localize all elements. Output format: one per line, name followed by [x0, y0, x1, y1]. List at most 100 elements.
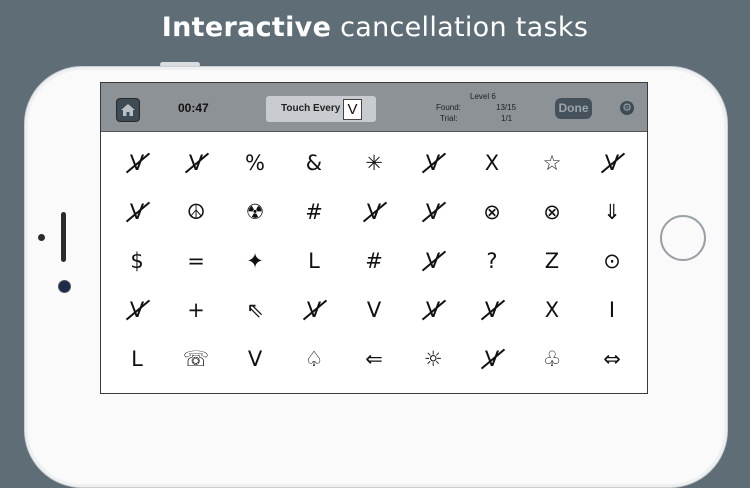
grid-cell[interactable]: L: [284, 241, 344, 281]
top-bar: 00:47 Touch Every V Level 6 Found: 13/15…: [101, 83, 647, 132]
cell-symbol: ♧: [542, 347, 562, 371]
cell-symbol: L: [131, 347, 143, 371]
trial-label: Trial:: [440, 114, 458, 123]
grid-cell[interactable]: V: [166, 143, 226, 183]
grid-cell[interactable]: ⇖: [225, 290, 285, 330]
cell-symbol: ☼: [423, 347, 443, 371]
done-button[interactable]: Done: [555, 98, 592, 119]
front-camera: [58, 280, 71, 293]
cell-symbol: X: [544, 298, 560, 322]
earpiece-speaker: [61, 212, 66, 262]
cell-symbol: ⊗: [483, 200, 501, 224]
grid-cell[interactable]: #: [284, 192, 344, 232]
cell-symbol: ✦: [246, 249, 264, 273]
target-symbol: V: [343, 99, 362, 120]
grid-cell[interactable]: &: [284, 143, 344, 183]
cell-symbol: %: [245, 151, 265, 175]
grid-cell[interactable]: ✳: [344, 143, 404, 183]
grid-cell[interactable]: X: [522, 290, 582, 330]
grid-cell[interactable]: V: [403, 290, 463, 330]
cell-symbol: =: [187, 249, 205, 273]
cell-symbol: #: [365, 249, 383, 273]
app-screen: 00:47 Touch Every V Level 6 Found: 13/15…: [100, 82, 648, 394]
grid-cell[interactable]: V: [225, 339, 285, 379]
cell-symbol: Z: [544, 249, 560, 273]
grid-cell[interactable]: ♤: [284, 339, 344, 379]
grid-cell[interactable]: V: [344, 290, 404, 330]
home-icon: [121, 104, 135, 116]
grid-cell[interactable]: $: [107, 241, 167, 281]
cell-symbol: ?: [486, 249, 498, 273]
grid-cell[interactable]: ✦: [225, 241, 285, 281]
grid-cell[interactable]: V: [582, 143, 642, 183]
cell-symbol: ⇖: [246, 298, 264, 322]
grid-cell[interactable]: V: [107, 143, 167, 183]
cell-symbol: ⊙: [603, 249, 621, 273]
grid-cell[interactable]: X: [462, 143, 522, 183]
grid-cell[interactable]: ⊗: [522, 192, 582, 232]
cell-symbol: V: [247, 347, 263, 371]
grid-cell[interactable]: V: [107, 290, 167, 330]
cell-symbol: &: [305, 151, 323, 175]
grid-cell[interactable]: ♧: [522, 339, 582, 379]
cell-symbol: ✳: [365, 151, 383, 175]
touch-every-panel: Touch Every V: [266, 96, 376, 122]
cell-symbol: $: [130, 249, 144, 273]
cell-symbol: I: [608, 298, 616, 322]
cell-symbol: ⇔: [603, 347, 621, 371]
grid-cell[interactable]: ☮: [166, 192, 226, 232]
cell-symbol: ⇐: [365, 347, 383, 371]
cell-symbol: ♤: [304, 347, 324, 371]
grid-cell[interactable]: V: [462, 339, 522, 379]
grid-cell[interactable]: ⇔: [582, 339, 642, 379]
timer: 00:47: [178, 101, 209, 115]
grid-cell[interactable]: V: [344, 192, 404, 232]
cell-symbol: V: [366, 298, 382, 322]
headline-bold: Interactive: [161, 12, 332, 43]
grid-cell[interactable]: =: [166, 241, 226, 281]
grid-cell[interactable]: ⊙: [582, 241, 642, 281]
grid-cell[interactable]: ⇓: [582, 192, 642, 232]
grid-cell[interactable]: ?: [462, 241, 522, 281]
grid-cell[interactable]: ☼: [403, 339, 463, 379]
grid-cell[interactable]: ☢: [225, 192, 285, 232]
cell-symbol: ☆: [542, 151, 562, 175]
grid-cell[interactable]: ☆: [522, 143, 582, 183]
cell-symbol: ☏: [182, 347, 210, 371]
grid-cell[interactable]: V: [462, 290, 522, 330]
grid-cell[interactable]: V: [403, 143, 463, 183]
cell-symbol: ⊗: [543, 200, 561, 224]
cell-symbol: ☮: [186, 200, 206, 224]
grid-cell[interactable]: V: [284, 290, 344, 330]
trial-value: 1/1: [501, 114, 513, 123]
headline-rest: cancellation tasks: [331, 12, 589, 43]
grid-cell[interactable]: ⇐: [344, 339, 404, 379]
headline: Interactive cancellation tasks: [0, 12, 750, 43]
home-button[interactable]: [116, 98, 140, 122]
grid-cell[interactable]: +: [166, 290, 226, 330]
symbol-grid: VV%&✳VX☆VV☮☢#VV⊗⊗⇓$=✦L#V?Z⊙V+⇖VVVVXIL☏V♤…: [101, 131, 647, 393]
grid-cell[interactable]: Z: [522, 241, 582, 281]
grid-cell[interactable]: ⊗: [462, 192, 522, 232]
level-label: Level 6: [470, 92, 496, 101]
grid-cell[interactable]: %: [225, 143, 285, 183]
grid-cell[interactable]: V: [107, 192, 167, 232]
grid-cell[interactable]: V: [403, 192, 463, 232]
grid-cell[interactable]: L: [107, 339, 167, 379]
cell-symbol: X: [484, 151, 500, 175]
found-label: Found:: [436, 103, 461, 112]
grid-cell[interactable]: I: [582, 290, 642, 330]
touch-every-label: Touch Every: [281, 103, 341, 114]
cell-symbol: +: [187, 298, 205, 322]
front-sensor: [38, 234, 45, 241]
phone-home-button: [660, 215, 706, 261]
grid-cell[interactable]: V: [403, 241, 463, 281]
grid-cell[interactable]: ☏: [166, 339, 226, 379]
cell-symbol: L: [308, 249, 320, 273]
gear-icon[interactable]: ⚙: [620, 101, 634, 115]
cell-symbol: #: [305, 200, 323, 224]
cell-symbol: ⇓: [603, 200, 621, 224]
cell-symbol: ☢: [245, 200, 265, 224]
grid-cell[interactable]: #: [344, 241, 404, 281]
found-value: 13/15: [496, 103, 517, 112]
